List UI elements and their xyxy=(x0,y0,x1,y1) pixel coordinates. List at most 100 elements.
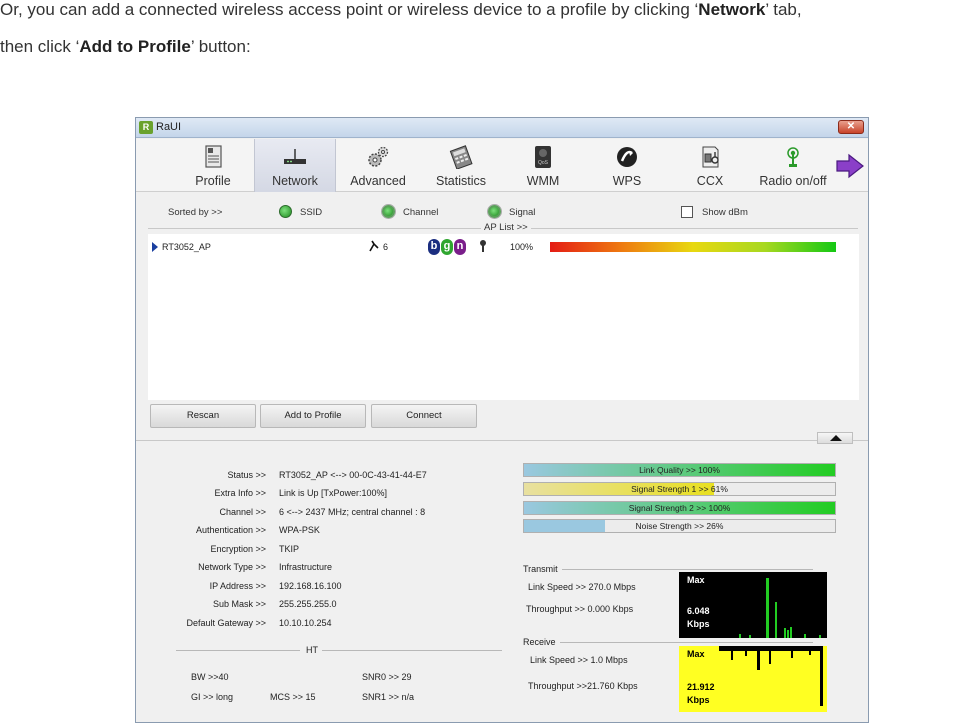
svg-text:QoS: QoS xyxy=(538,160,549,166)
signal-strength-2-bar: Signal Strength 2 >> 100% xyxy=(523,501,836,515)
sub-mask-value: 255.255.255.0 xyxy=(279,599,337,609)
receive-link-speed: Link Speed >> 1.0 Mbps xyxy=(530,655,628,665)
ht-gi: GI >> long xyxy=(191,692,234,702)
ip-address-value: 192.168.16.100 xyxy=(279,581,342,591)
app-logo-icon: R xyxy=(139,121,153,134)
signal-strength-bar xyxy=(550,242,836,252)
sort-signal-radio[interactable] xyxy=(488,205,501,218)
tab-radio-label: Radio on/off xyxy=(759,174,827,188)
gears-icon xyxy=(368,146,389,167)
receive-title: Receive xyxy=(523,637,560,647)
tab-network[interactable]: Network xyxy=(254,139,336,192)
ap-list-title: AP List >> xyxy=(481,222,531,233)
sub-mask-key: Sub Mask >> xyxy=(212,599,266,609)
ht-rule-right xyxy=(322,650,502,651)
channel-icon xyxy=(369,240,379,252)
ip-address-key: IP Address >> xyxy=(209,581,266,591)
noise-strength-label: Noise Strength >> 26% xyxy=(635,521,724,531)
qos-icon: QoS xyxy=(535,146,551,168)
tab-statistics[interactable]: Statistics xyxy=(420,139,502,192)
noise-strength-bar: Noise Strength >> 26% xyxy=(523,519,836,533)
transmit-graph-value: 6.048 xyxy=(687,606,710,616)
default-gateway-key: Default Gateway >> xyxy=(186,618,266,628)
transmit-link-speed: Link Speed >> 270.0 Mbps xyxy=(528,582,636,592)
instruction-text: Or, you can add a connected wireless acc… xyxy=(0,0,699,19)
ap-signal-text: 100% xyxy=(510,242,534,252)
connect-button[interactable]: Connect xyxy=(371,404,477,428)
antenna-icon xyxy=(787,147,799,167)
profile-icon xyxy=(205,145,222,168)
instruction-line-1: Or, you can add a connected wireless acc… xyxy=(0,0,802,20)
transmit-rule xyxy=(523,569,813,570)
sort-channel-radio[interactable] xyxy=(382,205,395,218)
window-title: RaUI xyxy=(156,121,182,133)
default-gateway-value: 10.10.10.254 xyxy=(279,618,332,628)
title-bar[interactable]: R RaUI ✕ xyxy=(136,118,868,138)
tab-advanced[interactable]: Advanced xyxy=(337,139,419,192)
tab-profile[interactable]: Profile xyxy=(172,139,254,192)
rescan-button[interactable]: Rescan xyxy=(150,404,256,428)
ht-bw: BW >>40 xyxy=(191,672,229,682)
network-type-value: Infrastructure xyxy=(279,562,333,572)
close-button[interactable]: ✕ xyxy=(838,120,864,134)
raui-window: R RaUI ✕ Profile Network Advanced Statis… xyxy=(135,117,869,723)
arrow-right-icon[interactable] xyxy=(835,153,865,179)
sort-signal-label: Signal xyxy=(509,207,536,218)
tab-wmm-label: WMM xyxy=(526,174,560,188)
transmit-title: Transmit xyxy=(523,564,562,574)
collapse-arrow-icon xyxy=(830,435,842,441)
receive-rule xyxy=(523,642,813,643)
ap-ssid: RT3052_AP xyxy=(162,242,211,252)
channel-value: 6 <--> 2437 MHz; central channel : 8 xyxy=(279,507,426,517)
ap-list[interactable]: RT3052_AP 6 b g n 100% xyxy=(148,234,859,400)
ht-snr0: SNR0 >> 29 xyxy=(362,672,412,682)
transmit-graph: Max 6.048 Kbps xyxy=(679,572,827,638)
wps-icon xyxy=(617,147,637,167)
tab-advanced-label: Advanced xyxy=(350,174,406,188)
tab-statistics-label: Statistics xyxy=(435,174,486,188)
extra-info-value: Link is Up [TxPower:100%] xyxy=(279,488,388,498)
transmit-graph-unit: Kbps xyxy=(687,619,710,629)
collapse-toggle[interactable] xyxy=(817,432,853,444)
receive-graph-unit: Kbps xyxy=(687,695,710,705)
calculator-icon xyxy=(449,145,473,169)
signal-strength-2-label: Signal Strength 2 >> 100% xyxy=(628,503,731,513)
transmit-throughput: Throughput >> 0.000 Kbps xyxy=(526,604,634,614)
sort-ssid-radio[interactable] xyxy=(279,205,292,218)
receive-throughput: Throughput >>21.760 Kbps xyxy=(528,681,638,691)
show-dbm-label: Show dBm xyxy=(702,207,748,218)
link-quality-label: Link Quality >> 100% xyxy=(639,465,720,475)
tab-wps[interactable]: WPS xyxy=(586,139,668,192)
add-to-profile-button[interactable]: Add to Profile xyxy=(260,404,366,428)
instruction-text: ’ tab, xyxy=(765,0,802,19)
tab-network-label: Network xyxy=(272,174,318,188)
ht-snr1: SNR1 >> n/a xyxy=(362,692,415,702)
channel-key: Channel >> xyxy=(219,507,266,517)
receive-graph-max: Max xyxy=(687,649,705,659)
tab-ccx[interactable]: CCX xyxy=(669,139,751,192)
ht-rule-left xyxy=(176,650,300,651)
mode-b-badge: b xyxy=(428,239,440,255)
sort-channel-label: Channel xyxy=(403,207,439,218)
ap-channel: 6 xyxy=(383,242,389,252)
instruction-text: then click ‘ xyxy=(0,37,80,56)
tab-wps-label: WPS xyxy=(612,174,642,188)
receive-graph: Max 21.912 Kbps xyxy=(679,646,827,712)
row-selector-icon xyxy=(152,242,158,252)
mode-g-badge: g xyxy=(441,239,453,255)
authentication-value: WPA-PSK xyxy=(279,525,320,535)
mode-n-badge: n xyxy=(454,239,466,255)
extra-info-key: Extra Info >> xyxy=(214,488,266,498)
ht-mcs: MCS >> 15 xyxy=(270,692,316,702)
network-type-key: Network Type >> xyxy=(198,562,266,572)
tab-radio-on-off[interactable]: Radio on/off xyxy=(748,139,838,192)
ht-title: HT xyxy=(306,645,318,655)
show-dbm-checkbox[interactable] xyxy=(681,206,693,218)
link-quality-bar: Link Quality >> 100% xyxy=(523,463,836,477)
instruction-text: ’ button: xyxy=(190,37,251,56)
ap-list-row[interactable]: RT3052_AP 6 b g n 100% xyxy=(148,239,859,255)
receive-graph-value: 21.912 xyxy=(687,682,715,692)
tab-wmm[interactable]: QoS WMM xyxy=(502,139,584,192)
status-value: RT3052_AP <--> 00-0C-43-41-44-E7 xyxy=(279,470,427,480)
ccx-icon xyxy=(702,146,719,168)
